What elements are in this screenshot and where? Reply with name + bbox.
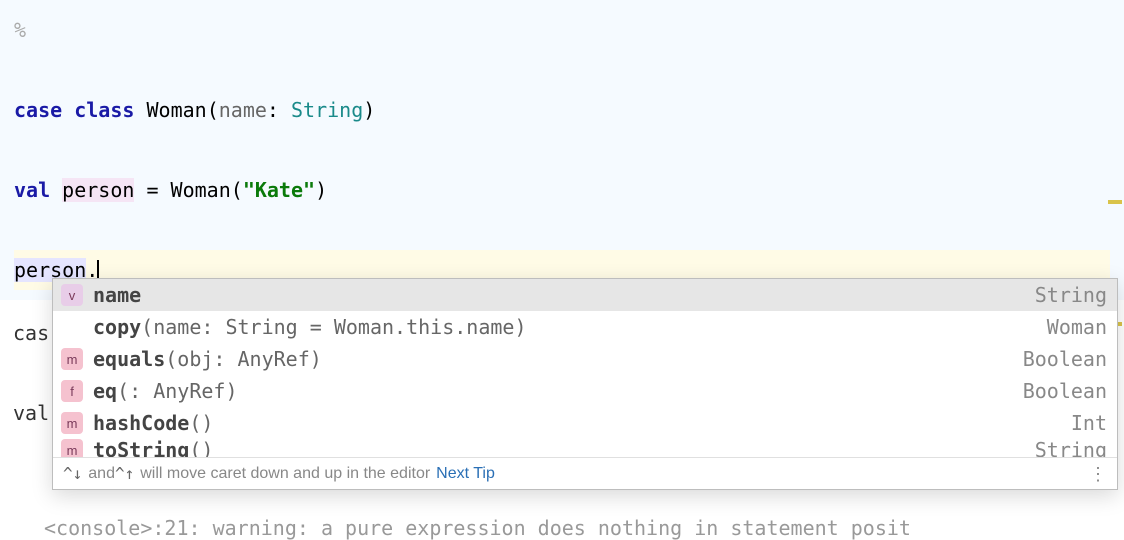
code-editor[interactable]: % case class Woman(name: String) val per… bbox=[0, 0, 1124, 300]
colon: : bbox=[267, 98, 291, 122]
warning-mark[interactable] bbox=[1108, 200, 1122, 204]
more-menu-icon[interactable]: ⋮ bbox=[1089, 468, 1107, 480]
completion-signature: copy(name: String = Woman.this.name) bbox=[93, 315, 1035, 339]
completion-item[interactable]: m hashCode()Int bbox=[53, 407, 1117, 439]
code-line-1: case class Woman(name: String) bbox=[14, 90, 1110, 130]
completion-return-type: String bbox=[1023, 439, 1107, 457]
keyword-val: val bbox=[14, 178, 50, 202]
keyword-class: class bbox=[74, 98, 134, 122]
m-kind-icon: m bbox=[61, 439, 83, 457]
keyword-case: case bbox=[14, 98, 62, 122]
completion-return-type: Int bbox=[1059, 411, 1107, 435]
prompt-symbol: % bbox=[14, 18, 26, 42]
paren-open: ( bbox=[207, 98, 219, 122]
next-tip-link[interactable]: Next Tip bbox=[436, 465, 495, 483]
completion-item[interactable]: vnameString bbox=[53, 279, 1117, 311]
blank-kind-icon bbox=[61, 316, 83, 338]
completion-signature: equals(obj: AnyRef) bbox=[93, 347, 1011, 371]
completion-return-type: Boolean bbox=[1011, 347, 1107, 371]
string-literal: "Kate" bbox=[243, 178, 315, 202]
tip-keys-up: ^↑ bbox=[115, 464, 134, 483]
blank-line bbox=[14, 210, 1110, 250]
completion-signature: hashCode() bbox=[93, 411, 1059, 435]
completion-signature: eq(: AnyRef) bbox=[93, 379, 1011, 403]
v-kind-icon: v bbox=[61, 284, 83, 306]
m-kind-icon: m bbox=[61, 412, 83, 434]
completion-return-type: String bbox=[1023, 283, 1107, 307]
tip-keys-down: ^↓ bbox=[63, 464, 82, 483]
console-output-fragment: <console>:21: warning: a pure expression… bbox=[44, 516, 911, 540]
completion-tipbar: ^↓ and ^↑ will move caret down and up in… bbox=[53, 457, 1117, 489]
obscured-code-case: cas bbox=[13, 321, 49, 345]
m-kind-icon: m bbox=[61, 348, 83, 370]
completion-item[interactable]: m toString()String bbox=[53, 439, 1117, 457]
completion-signature: toString() bbox=[93, 439, 1023, 457]
completion-item[interactable]: f eq(: AnyRef)Boolean bbox=[53, 375, 1117, 407]
tip-text: will move caret down and up in the edito… bbox=[140, 465, 430, 483]
completion-item[interactable]: copy(name: String = Woman.this.name)Woma… bbox=[53, 311, 1117, 343]
ctor-name: Woman bbox=[171, 178, 231, 202]
type-string: String bbox=[291, 98, 363, 122]
completion-return-type: Woman bbox=[1035, 315, 1107, 339]
val-name: person bbox=[62, 178, 134, 202]
obscured-code-val: val bbox=[13, 401, 49, 425]
prompt-line: % bbox=[14, 10, 1110, 50]
code-line-2: val person = Woman("Kate") bbox=[14, 170, 1110, 210]
completion-signature: name bbox=[93, 283, 1023, 307]
tip-and: and bbox=[88, 465, 115, 483]
completion-return-type: Boolean bbox=[1011, 379, 1107, 403]
blank-line bbox=[14, 130, 1110, 170]
paren-open: ( bbox=[231, 178, 243, 202]
equals: = bbox=[134, 178, 170, 202]
paren-close: ) bbox=[363, 98, 375, 122]
completion-popup[interactable]: vnameStringcopy(name: String = Woman.thi… bbox=[52, 278, 1118, 490]
blank-line bbox=[14, 50, 1110, 90]
f-kind-icon: f bbox=[61, 380, 83, 402]
param-name: name bbox=[219, 98, 267, 122]
class-name: Woman bbox=[146, 98, 206, 122]
completion-item[interactable]: m equals(obj: AnyRef)Boolean bbox=[53, 343, 1117, 375]
paren-close: ) bbox=[315, 178, 327, 202]
